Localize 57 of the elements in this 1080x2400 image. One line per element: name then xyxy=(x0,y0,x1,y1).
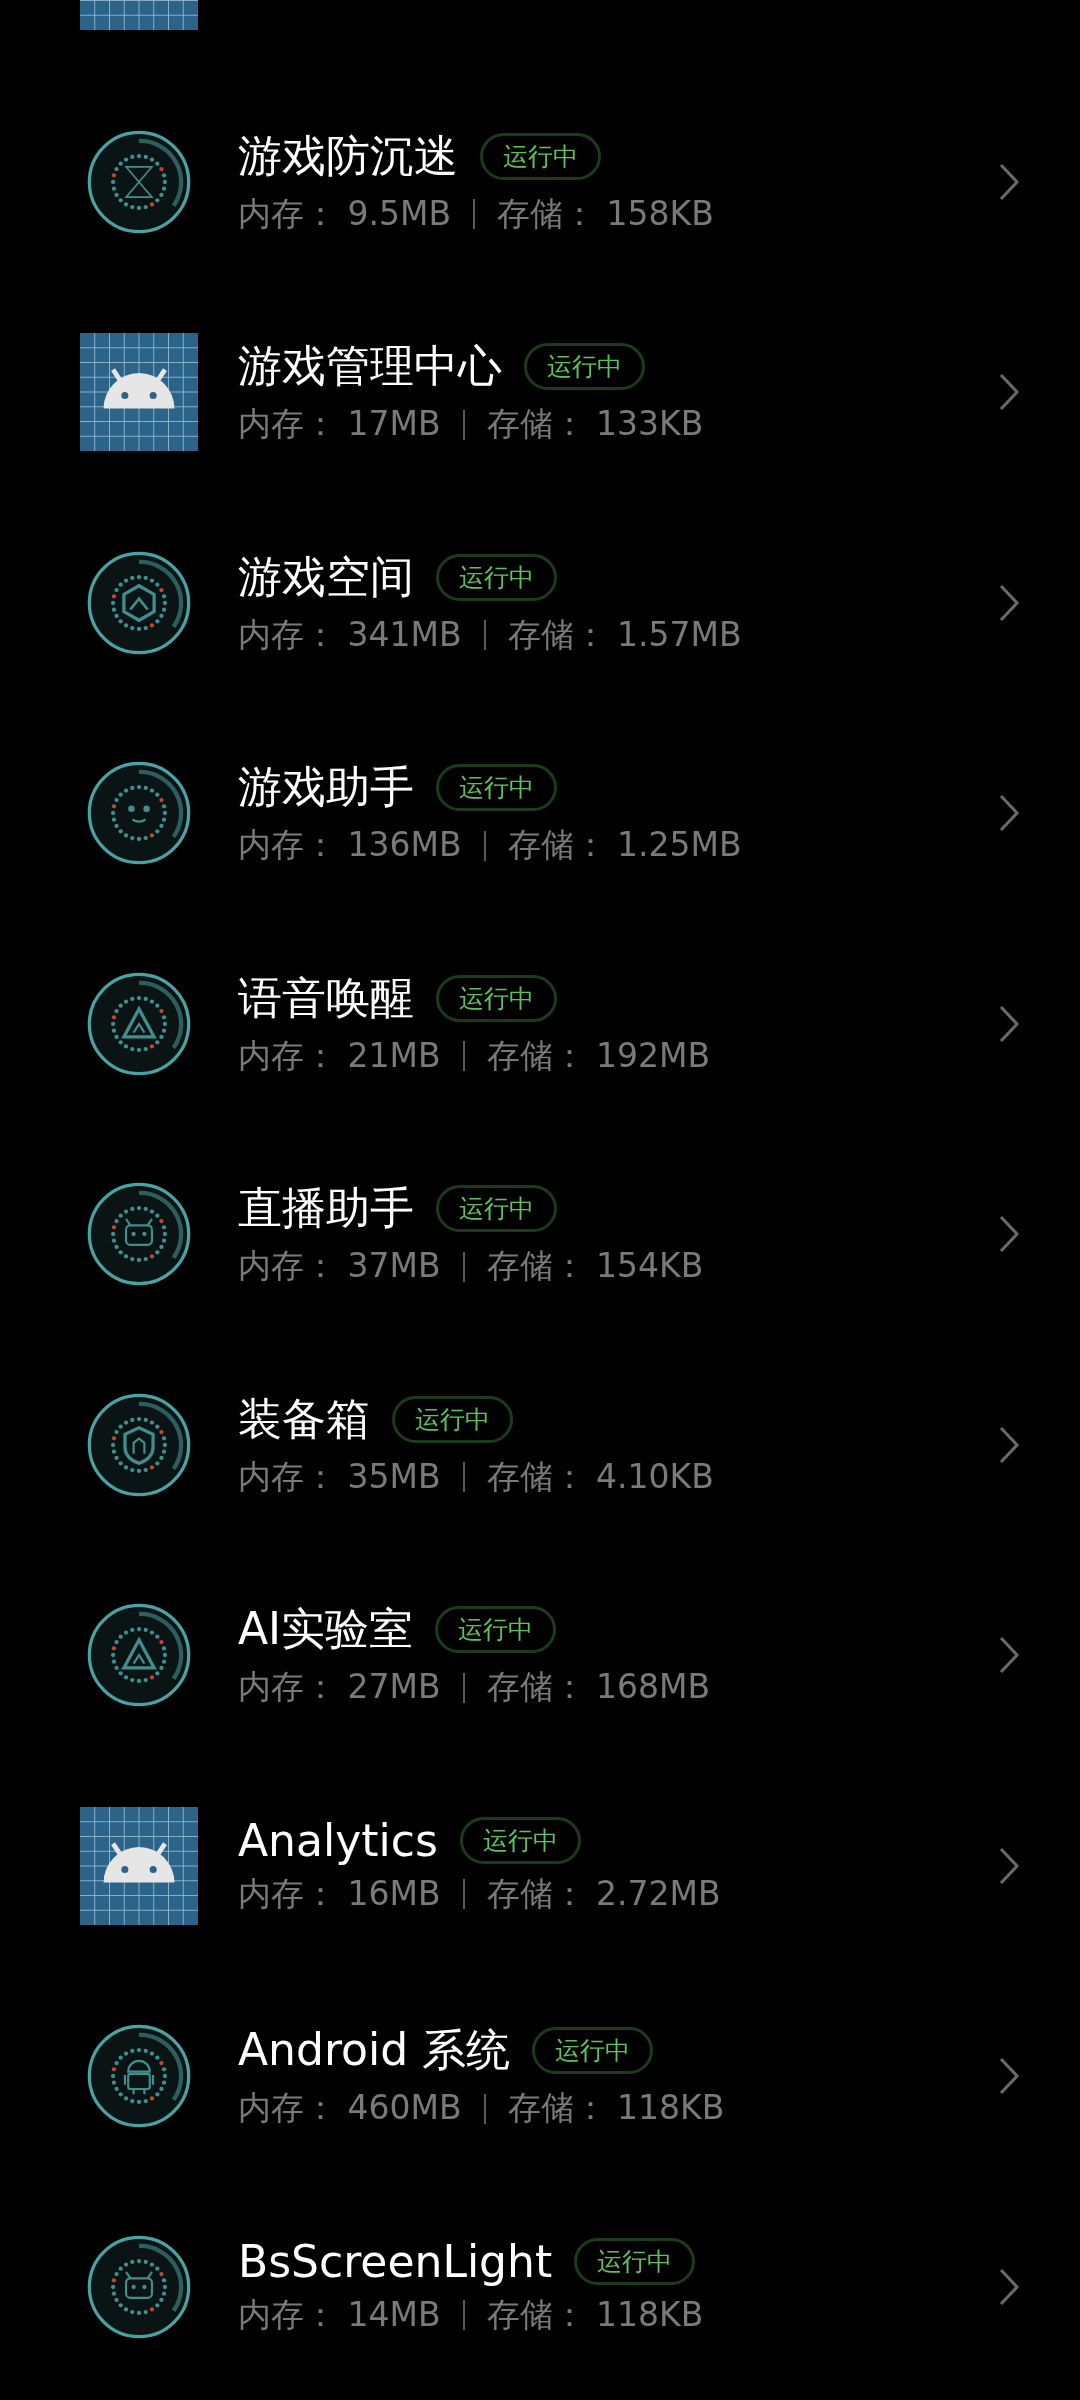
storage-usage: 存储： 154KB xyxy=(486,1245,704,1288)
app-name: BsScreenLight xyxy=(238,2235,553,2287)
chevron-right-icon[interactable] xyxy=(998,161,1020,202)
chevron-right-icon[interactable] xyxy=(998,793,1020,834)
chevron-right-icon[interactable] xyxy=(998,582,1020,623)
running-badge: 运行中 xyxy=(574,2237,696,2285)
storage-usage: 存储： 133KB xyxy=(486,403,704,446)
app-name: 游戏空间 xyxy=(238,549,414,604)
memory-usage: 内存： 17MB xyxy=(238,403,441,446)
storage-usage: 存储： 168MB xyxy=(486,1666,711,1709)
app-name: Analytics xyxy=(238,1814,438,1866)
chevron-right-icon[interactable] xyxy=(998,372,1020,413)
memory-usage: 内存： 16MB xyxy=(238,1872,441,1915)
memory-usage: 内存： 35MB xyxy=(238,1455,441,1498)
app-name: 游戏防沉迷 xyxy=(238,128,458,183)
memory-usage: 内存： 37MB xyxy=(238,1245,441,1288)
chevron-right-icon[interactable] xyxy=(998,1424,1020,1465)
memory-usage: 内存： 21MB xyxy=(238,1034,441,1077)
memory-usage: 内存： 460MB xyxy=(238,2087,462,2130)
running-badge: 运行中 xyxy=(459,1816,581,1864)
chevron-right-icon[interactable] xyxy=(998,2056,1020,2097)
memory-usage: 内存： 14MB xyxy=(238,2293,441,2336)
running-badge: 运行中 xyxy=(436,553,557,601)
storage-usage: 存储： 118KB xyxy=(507,2087,725,2130)
running-badge: 运行中 xyxy=(392,1395,513,1443)
running-badge: 运行中 xyxy=(532,2027,654,2075)
chevron-right-icon[interactable] xyxy=(998,1635,1020,1676)
running-badge: 运行中 xyxy=(435,1606,557,1654)
chevron-right-icon[interactable] xyxy=(998,1214,1020,1255)
app-name: 直播助手 xyxy=(238,1181,414,1236)
running-badge: 运行中 xyxy=(436,1185,557,1233)
storage-usage: 存储： 1.57MB xyxy=(507,613,742,656)
storage-usage: 存储： 4.10KB xyxy=(486,1455,714,1498)
android-app-icon xyxy=(80,333,198,452)
running-badge: 运行中 xyxy=(480,132,601,180)
chevron-right-icon[interactable] xyxy=(998,1003,1020,1044)
storage-usage: 存储： 158KB xyxy=(497,192,714,235)
storage-usage: 存储： 2.72MB xyxy=(486,1872,721,1915)
running-badge: 运行中 xyxy=(436,764,557,812)
app-name: 游戏管理中心 xyxy=(238,339,502,394)
running-badge: 运行中 xyxy=(436,974,557,1022)
app-name: Android 系统 xyxy=(238,2023,511,2078)
storage-usage: 存储： 118KB xyxy=(486,2293,704,2336)
memory-usage: 内存： 27MB xyxy=(238,1666,441,1709)
android-app-icon xyxy=(80,1806,198,1925)
memory-usage: 内存： 9.5MB xyxy=(238,192,452,235)
chevron-right-icon[interactable] xyxy=(998,2266,1020,2307)
app-name: AI实验室 xyxy=(238,1602,414,1657)
memory-usage: 内存： 341MB xyxy=(238,613,462,656)
app-name: 语音唤醒 xyxy=(238,970,414,1025)
memory-usage: 内存： 136MB xyxy=(238,824,462,867)
storage-usage: 存储： 192MB xyxy=(486,1034,711,1077)
app-name: 装备箱 xyxy=(238,1391,370,1446)
running-badge: 运行中 xyxy=(524,343,645,391)
storage-usage: 存储： 1.25MB xyxy=(507,824,742,867)
app-name: 游戏助手 xyxy=(238,760,414,815)
chevron-right-icon[interactable] xyxy=(998,1845,1020,1886)
